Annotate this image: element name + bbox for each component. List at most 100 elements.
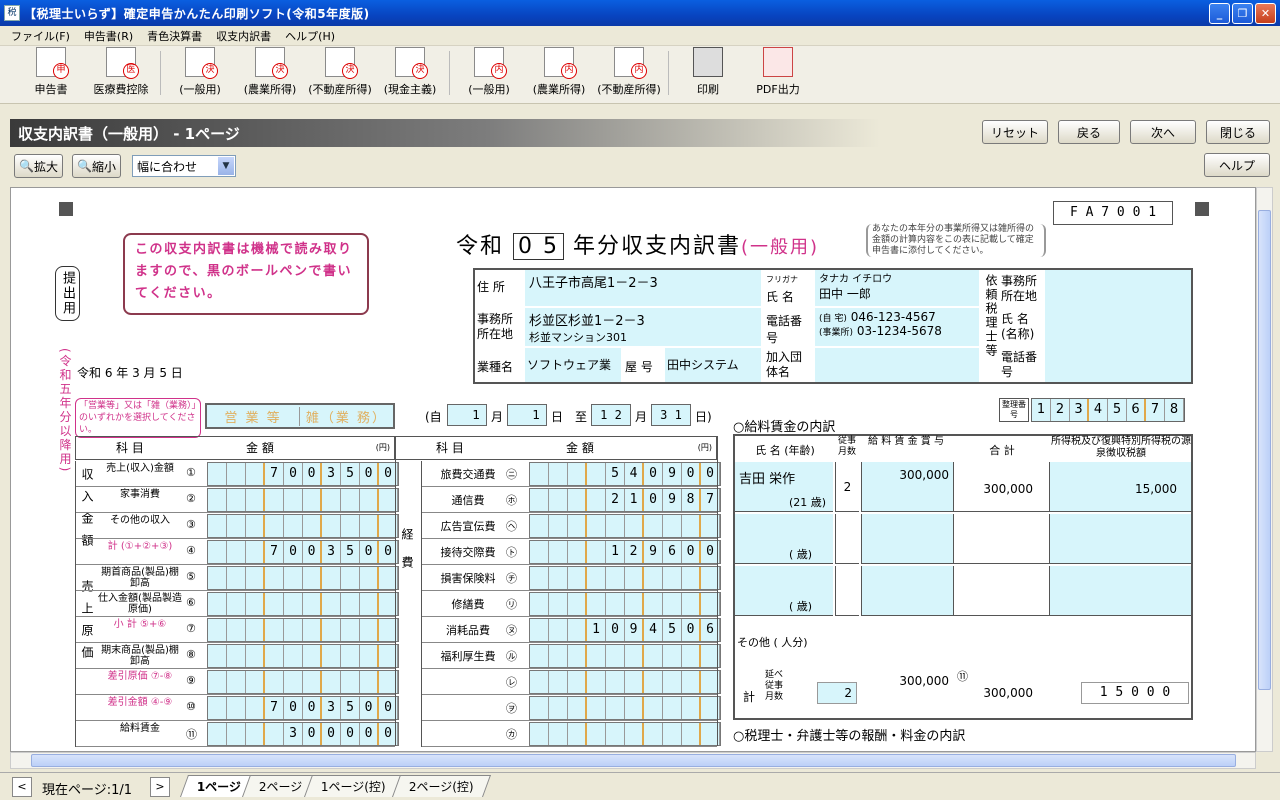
wage-total-months-label: 延べ従事月数 bbox=[765, 670, 784, 702]
wage-name-cell[interactable] bbox=[735, 566, 833, 616]
form-note: あなたの本年分の事業所得又は雑所得の金額の計算内容をこの表に記載して確定申告書に… bbox=[866, 224, 1046, 257]
tab-page1-copy[interactable]: 1ページ(控) bbox=[303, 775, 403, 797]
period-to-label: 至 bbox=[575, 410, 588, 424]
document-view[interactable]: F A 7 0 0 1 令和 0 5 年分収支内訳書(一般用) あなたの本年分の… bbox=[10, 187, 1256, 752]
menu-statement[interactable]: 収支内訳書 bbox=[209, 28, 278, 44]
office-field[interactable]: 杉並区杉並1－2－3 杉並マンション301 bbox=[525, 308, 761, 346]
income-row-amount[interactable]: 7003500 bbox=[207, 696, 399, 720]
expense-row-number: ㋠ bbox=[506, 572, 517, 585]
expense-row-amount[interactable] bbox=[529, 592, 721, 616]
minimize-button[interactable]: _ bbox=[1209, 3, 1230, 24]
scroll-thumb[interactable] bbox=[31, 754, 1236, 767]
income-row-label: 給料賃金 bbox=[120, 723, 160, 734]
income-row-amount[interactable]: 7003500 bbox=[207, 540, 399, 564]
tab-page2-copy[interactable]: 2ページ(控) bbox=[391, 775, 491, 797]
income-row-amount[interactable] bbox=[207, 514, 399, 538]
wage-name-cell[interactable] bbox=[735, 514, 833, 564]
expense-row-amount[interactable]: 129600 bbox=[529, 540, 721, 564]
toolbar-settle-general-button[interactable]: 決 (一般用) bbox=[165, 47, 235, 103]
expense-row-amount[interactable]: 1094506 bbox=[529, 618, 721, 642]
period-month1-field[interactable]: 1 bbox=[447, 404, 487, 426]
row-divider bbox=[421, 720, 717, 721]
address-field[interactable]: 八王子市高尾1－2－3 bbox=[525, 270, 761, 306]
expense-row-amount[interactable] bbox=[529, 696, 721, 720]
wage-total-tax: 1 5 0 0 0 bbox=[1081, 682, 1189, 704]
toolbar-statement-agri-button[interactable]: 内 (農業所得) bbox=[524, 47, 594, 103]
income-row-amount[interactable] bbox=[207, 566, 399, 590]
toolbar-statement-realestate-button[interactable]: 内 (不動産所得) bbox=[594, 47, 664, 103]
period-day1-field[interactable]: 1 bbox=[507, 404, 547, 426]
phone-label: 電話番号 bbox=[766, 314, 803, 345]
income-row-amount[interactable] bbox=[207, 488, 399, 512]
business-type-selector[interactable]: 営 業 等 雑（業 務） bbox=[205, 403, 395, 429]
wage-tax[interactable] bbox=[1049, 514, 1191, 564]
group-field[interactable] bbox=[815, 348, 979, 382]
row-divider bbox=[75, 486, 395, 487]
toolbar-pdf-button[interactable]: PDF出力 bbox=[743, 47, 813, 103]
back-button[interactable]: 戻る bbox=[1058, 120, 1120, 144]
frame-line bbox=[421, 461, 422, 747]
close-button[interactable]: 閉じる bbox=[1206, 120, 1270, 144]
wage-pay[interactable] bbox=[861, 514, 953, 564]
expense-row-amount[interactable] bbox=[529, 514, 721, 538]
wage-tax[interactable]: 15,000 bbox=[1049, 462, 1191, 512]
toolbar-print-button[interactable]: 印刷 bbox=[673, 47, 743, 103]
zatsu-option[interactable]: 雑（業 務） bbox=[300, 407, 393, 426]
tax-advisor-field[interactable] bbox=[1045, 270, 1191, 382]
shop-field[interactable]: 田中システム bbox=[665, 348, 761, 382]
income-row-amount[interactable]: 300000 bbox=[207, 722, 399, 746]
income-row-amount[interactable] bbox=[207, 618, 399, 642]
zoom-out-button[interactable]: 🔍 縮小 bbox=[72, 154, 121, 178]
income-row-number: ④ bbox=[186, 544, 196, 557]
toolbar-settle-agri-button[interactable]: 決 (農業所得) bbox=[235, 47, 305, 103]
toolbar-medical-button[interactable]: 医医療費控除 bbox=[86, 47, 156, 103]
income-row-amount[interactable] bbox=[207, 670, 399, 694]
expense-row-amount[interactable]: 540900 bbox=[529, 462, 721, 486]
close-window-button[interactable]: ✕ bbox=[1255, 3, 1276, 24]
zoom-in-button[interactable]: 🔍 拡大 bbox=[14, 154, 63, 178]
toolbar: 申申告書 医医療費控除 決 (一般用) 決 (農業所得) 決 (不動産所得) 決 (現金… bbox=[0, 46, 1280, 104]
menu-blue-return[interactable]: 青色決算書 bbox=[140, 28, 209, 44]
income-row-number: ② bbox=[186, 492, 196, 505]
income-row-amount[interactable] bbox=[207, 592, 399, 616]
scroll-thumb[interactable] bbox=[1258, 210, 1271, 690]
wage-tax[interactable] bbox=[1049, 566, 1191, 616]
menu-return[interactable]: 申告書(R) bbox=[77, 28, 140, 44]
wage-pay[interactable] bbox=[861, 566, 953, 616]
income-row-amount[interactable]: 7003500 bbox=[207, 462, 399, 486]
address-label: 住 所 bbox=[477, 280, 505, 294]
expense-row-amount[interactable] bbox=[529, 722, 721, 746]
status-bar: < 現在ページ:1/1 > 1ページ 2ページ 1ページ(控) 2ページ(控) bbox=[0, 772, 1280, 800]
expense-row-amount[interactable]: 210987 bbox=[529, 488, 721, 512]
wage-total-total: 300,000 bbox=[983, 686, 1033, 700]
row-divider bbox=[75, 590, 395, 591]
toolbar-settle-cash-button[interactable]: 決 (現金主義) bbox=[375, 47, 445, 103]
wage-pay[interactable]: 300,000 bbox=[861, 462, 953, 512]
income-row-amount[interactable] bbox=[207, 644, 399, 668]
phone-field[interactable]: (自 宅) 046-123-4567 (事業所) 03-1234-5678 bbox=[815, 308, 979, 346]
expense-row-amount[interactable] bbox=[529, 644, 721, 668]
next-page-arrow-icon[interactable]: > bbox=[150, 777, 170, 797]
reset-button[interactable]: リセット bbox=[982, 120, 1048, 144]
eigyo-option[interactable]: 営 業 等 bbox=[207, 406, 300, 426]
period-day2-field[interactable]: 3 1 bbox=[651, 404, 691, 426]
toolbar-return-button[interactable]: 申申告書 bbox=[16, 47, 86, 103]
toolbar-settle-realestate-button[interactable]: 決 (不動産所得) bbox=[305, 47, 375, 103]
vertical-scrollbar[interactable] bbox=[1256, 187, 1273, 752]
help-button[interactable]: ヘルプ bbox=[1204, 153, 1270, 177]
menu-file[interactable]: ファイル(F) bbox=[4, 28, 77, 44]
expense-row-amount[interactable] bbox=[529, 566, 721, 590]
next-button[interactable]: 次へ bbox=[1130, 120, 1196, 144]
horizontal-scrollbar[interactable] bbox=[10, 752, 1256, 769]
expense-row-amount[interactable] bbox=[529, 670, 721, 694]
maximize-button[interactable]: ❐ bbox=[1232, 3, 1253, 24]
menu-help[interactable]: ヘルプ(H) bbox=[278, 28, 342, 44]
zoom-select[interactable]: 幅に合わせ ▼ bbox=[132, 155, 236, 177]
industry-field[interactable]: ソフトウェア業 bbox=[525, 348, 621, 382]
name-field[interactable]: タナカ イチロウ 田中 一郎 bbox=[815, 270, 979, 306]
prev-page-arrow-icon[interactable]: < bbox=[12, 777, 32, 797]
wage-total-months[interactable]: 2 bbox=[817, 682, 857, 704]
period-month2-field[interactable]: 1 2 bbox=[591, 404, 631, 426]
toolbar-statement-general-button[interactable]: 内 (一般用) bbox=[454, 47, 524, 103]
pdf-icon bbox=[763, 47, 793, 77]
